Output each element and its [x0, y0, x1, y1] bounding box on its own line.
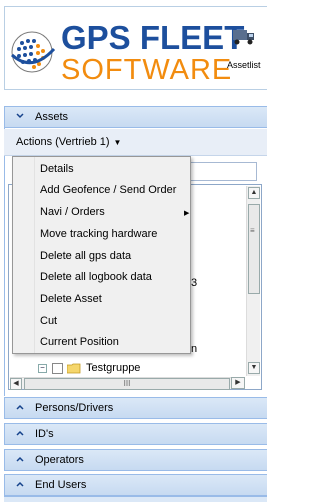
tree-horizontal-scrollbar[interactable]: ◀ III [10, 377, 244, 390]
chevron-up-icon [16, 481, 24, 487]
scrollbar-thumb[interactable] [248, 204, 260, 294]
scrollbar-thumb-horizontal[interactable]: III [24, 378, 230, 390]
ids-section-header[interactable]: ID's [4, 423, 267, 445]
logo-text-top: GPS FLEET [61, 19, 245, 56]
menu-item-move-tracking-hardware[interactable]: Move tracking hardware [40, 224, 190, 244]
asset-search-input[interactable] [190, 162, 257, 181]
chevron-down-icon [16, 113, 24, 119]
folder-icon [67, 363, 81, 374]
tree-vertical-scrollbar[interactable]: ▲ ≡ ▼ [246, 186, 260, 376]
operators-section-header[interactable]: Operators [4, 449, 267, 471]
scroll-left-icon[interactable]: ◀ [10, 378, 22, 390]
asset-context-menu: Details Add Geofence / Send Order Navi /… [12, 156, 191, 354]
menu-item-delete-gps-data[interactable]: Delete all gps data [40, 246, 190, 266]
menu-item-delete-asset[interactable]: Delete Asset [40, 289, 190, 309]
menu-item-current-position[interactable]: Current Position [40, 332, 190, 352]
menu-item-delete-logbook-data[interactable]: Delete all logbook data [40, 267, 190, 287]
chevron-up-icon [16, 430, 24, 436]
tree-partial-text: 3 [191, 277, 198, 289]
menu-item-navi-orders[interactable]: Navi / Orders [40, 202, 190, 222]
tree-partial-text: n [191, 343, 198, 355]
scroll-down-icon[interactable]: ▼ [248, 362, 260, 374]
ids-label: ID's [35, 428, 54, 440]
assets-section-header[interactable]: Assets [4, 106, 267, 128]
truck-icon[interactable] [232, 27, 256, 47]
persons-drivers-section-header[interactable]: Persons/Drivers [4, 397, 267, 419]
operators-label: Operators [35, 454, 84, 466]
submenu-arrow-icon: ▶ [184, 210, 190, 217]
menu-item-details[interactable]: Details [40, 159, 190, 179]
globe-icon [10, 31, 56, 73]
app-root: GPS FLEET SOFTWARE Assetlist Assets Acti… [0, 0, 267, 502]
assets-section-label: Assets [35, 111, 69, 123]
logo-text-bottom: SOFTWARE [61, 54, 233, 86]
app-header: GPS FLEET SOFTWARE Assetlist [4, 6, 267, 90]
next-section-edge [4, 496, 267, 502]
end-users-section-header[interactable]: End Users [4, 474, 267, 496]
scroll-up-icon[interactable]: ▲ [248, 187, 260, 199]
actions-menu-button[interactable]: Actions (Vertrieb 1) ▼ [16, 136, 121, 148]
actions-menu-label: Actions (Vertrieb 1) [16, 136, 110, 148]
menu-item-add-geofence[interactable]: Add Geofence / Send Order [40, 180, 190, 200]
end-users-label: End Users [35, 479, 87, 491]
persons-drivers-label: Persons/Drivers [35, 402, 114, 414]
assetlist-link[interactable]: Assetlist [227, 60, 261, 70]
scrollbar-grip-icon: ≡ [250, 226, 255, 235]
menu-item-cut[interactable]: Cut [40, 311, 190, 331]
scroll-right-icon[interactable]: ▶ [231, 377, 245, 389]
chevron-up-icon [16, 456, 24, 462]
tree-node-label: Testgruppe [86, 362, 141, 374]
chevron-up-icon [16, 404, 24, 410]
caret-down-icon: ▼ [113, 138, 122, 147]
menu-icon-gutter [13, 157, 35, 353]
tree-node-checkbox[interactable] [52, 363, 63, 374]
assets-toolbar: Actions (Vertrieb 1) ▼ [4, 129, 267, 156]
tree-expander-icon[interactable]: − [38, 364, 47, 373]
